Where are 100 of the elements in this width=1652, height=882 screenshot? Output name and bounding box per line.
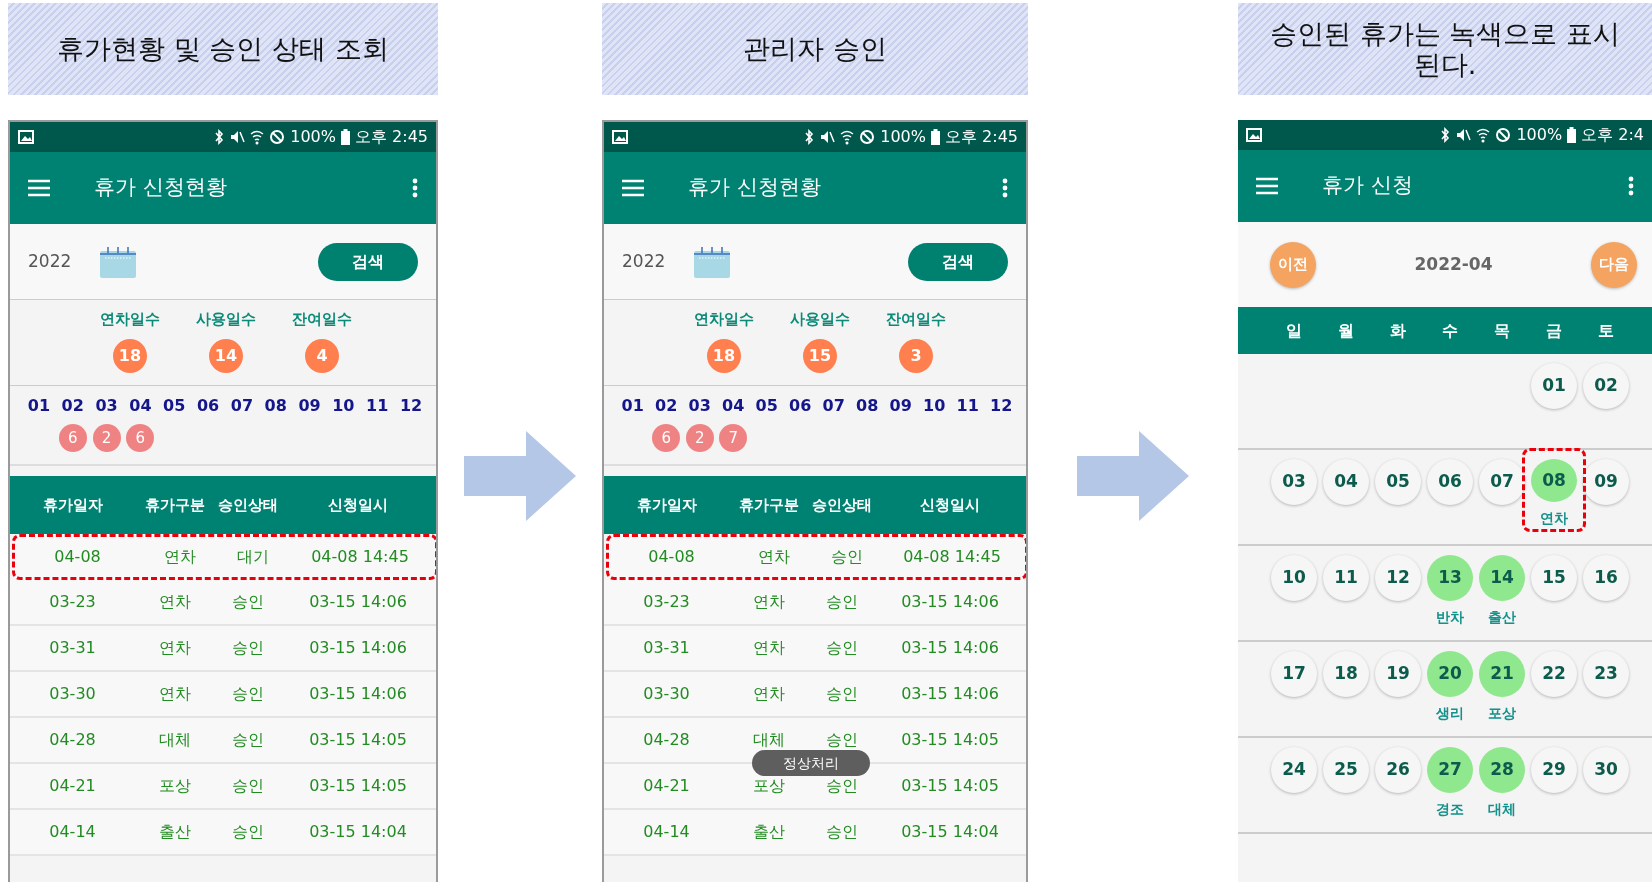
calendar-day[interactable]: 19 bbox=[1375, 651, 1421, 697]
month-tab[interactable]: 10 bbox=[923, 394, 946, 418]
search-button[interactable]: 검색 bbox=[908, 242, 1008, 281]
calendar-day[interactable]: 05 bbox=[1375, 459, 1421, 505]
calendar-day[interactable]: 15 bbox=[1531, 555, 1577, 601]
calendar-day[interactable]: 26 bbox=[1375, 747, 1421, 793]
calendar-day[interactable]: 21 bbox=[1479, 651, 1525, 697]
blocked-icon bbox=[1495, 127, 1512, 143]
calendar-day[interactable]: 10 bbox=[1271, 555, 1317, 601]
table-cell-text: 대기 bbox=[235, 546, 270, 568]
month-tab[interactable]: 08 bbox=[856, 394, 879, 418]
month-tab[interactable]: 04 bbox=[722, 394, 745, 418]
calendar-icon[interactable] bbox=[693, 245, 732, 278]
menu-icon[interactable] bbox=[1256, 177, 1278, 195]
search-button[interactable]: 검색 bbox=[318, 242, 418, 281]
month-tab[interactable]: 01 bbox=[27, 394, 51, 418]
app-title: 휴가 신청현황 bbox=[688, 174, 822, 202]
month-tab[interactable]: 09 bbox=[889, 394, 912, 418]
calendar-day[interactable]: 04 bbox=[1323, 459, 1369, 505]
month-tab[interactable]: 11 bbox=[956, 394, 979, 418]
table-cell-text: 04-08 bbox=[53, 546, 102, 568]
table-cell-text: 03-15 14:06 bbox=[308, 637, 408, 659]
calendar-day[interactable]: 01 bbox=[1531, 363, 1577, 409]
table-cell-text: 03-30 bbox=[642, 683, 691, 705]
battery-percent: 100% bbox=[1516, 124, 1563, 146]
calendar-day[interactable]: 06 bbox=[1427, 459, 1473, 505]
month-tab[interactable]: 01 bbox=[621, 394, 644, 418]
table-cell-text: 03-23 bbox=[48, 591, 97, 613]
more-icon[interactable] bbox=[1628, 176, 1634, 196]
calendar-day[interactable]: 09 bbox=[1583, 459, 1629, 505]
table-cell-text: 포상 bbox=[158, 775, 192, 797]
month-count: 2 bbox=[685, 424, 714, 452]
calendar-day[interactable]: 25 bbox=[1323, 747, 1369, 793]
arrow-icon bbox=[464, 431, 576, 521]
calendar-icon[interactable] bbox=[99, 245, 138, 278]
bluetooth-icon bbox=[804, 129, 815, 145]
month-tab[interactable]: 02 bbox=[655, 394, 678, 418]
year-text: 2022 bbox=[28, 249, 72, 273]
calendar-day[interactable]: 28 bbox=[1479, 747, 1525, 793]
calendar-day[interactable]: 22 bbox=[1531, 651, 1577, 697]
status-time: 오후 2:45 bbox=[355, 126, 428, 148]
month-tab[interactable]: 04 bbox=[129, 394, 152, 418]
menu-icon[interactable] bbox=[28, 179, 50, 197]
stat-count: 18 bbox=[113, 338, 147, 373]
calendar-day[interactable]: 16 bbox=[1583, 555, 1629, 601]
calendar-day[interactable]: 11 bbox=[1323, 555, 1369, 601]
calendar-day[interactable]: 18 bbox=[1323, 651, 1369, 697]
table-cell-text: 연차 bbox=[158, 683, 192, 705]
battery-icon bbox=[341, 129, 350, 145]
calendar-day[interactable]: 20 bbox=[1427, 651, 1473, 697]
month-tab[interactable]: 03 bbox=[688, 394, 711, 418]
calendar-day[interactable]: 07 bbox=[1479, 459, 1525, 505]
column-header: 신청일시 bbox=[919, 494, 981, 516]
month-tab[interactable]: 07 bbox=[230, 394, 253, 418]
month-tab[interactable]: 05 bbox=[163, 394, 186, 418]
month-tab[interactable]: 08 bbox=[264, 394, 287, 418]
month-tab[interactable]: 03 bbox=[95, 394, 118, 418]
month-tab[interactable]: 09 bbox=[298, 394, 321, 418]
calendar-day[interactable]: 17 bbox=[1271, 651, 1317, 697]
column-header: 휴가구분 bbox=[144, 494, 206, 516]
table-cell-text: 승인 bbox=[230, 821, 265, 843]
calendar-day[interactable]: 24 bbox=[1271, 747, 1317, 793]
calendar-day[interactable]: 27 bbox=[1427, 747, 1473, 793]
calendar-day[interactable]: 03 bbox=[1271, 459, 1317, 505]
weekday-label: 월 bbox=[1337, 319, 1355, 342]
month-tab[interactable]: 06 bbox=[789, 394, 812, 418]
table-cell-text: 04-28 bbox=[642, 729, 691, 751]
month-tab[interactable]: 11 bbox=[366, 394, 389, 418]
table-cell-text: 03-30 bbox=[48, 683, 97, 705]
table-cell-text: 승인 bbox=[824, 729, 859, 751]
month-tab[interactable]: 12 bbox=[990, 394, 1013, 418]
blocked-icon bbox=[269, 129, 286, 145]
calendar-day[interactable]: 02 bbox=[1583, 363, 1629, 409]
table-cell-text: 연차 bbox=[752, 591, 786, 613]
calendar-day[interactable]: 23 bbox=[1583, 651, 1629, 697]
status-time: 오후 2:45 bbox=[945, 126, 1018, 148]
calendar-day[interactable]: 13 bbox=[1427, 555, 1473, 601]
month-tab[interactable]: 02 bbox=[61, 394, 84, 418]
more-icon[interactable] bbox=[412, 178, 418, 198]
table-cell-text: 연차 bbox=[752, 683, 786, 705]
month-tab[interactable]: 10 bbox=[332, 394, 355, 418]
calendar-day[interactable]: 08 bbox=[1531, 459, 1577, 502]
calendar-day[interactable]: 14 bbox=[1479, 555, 1525, 601]
battery-icon bbox=[931, 129, 940, 145]
leave-type: 출산 bbox=[1488, 608, 1516, 627]
leave-type: 생리 bbox=[1436, 704, 1464, 723]
battery-icon bbox=[1567, 127, 1577, 143]
month-tab[interactable]: 12 bbox=[399, 394, 423, 418]
month-tab[interactable]: 05 bbox=[755, 394, 778, 418]
table-cell-text: 03-15 14:05 bbox=[308, 729, 408, 751]
more-icon[interactable] bbox=[1002, 178, 1008, 198]
calendar-day[interactable]: 12 bbox=[1375, 555, 1421, 601]
column-header: 휴가일자 bbox=[41, 494, 104, 516]
month-tab[interactable]: 06 bbox=[196, 394, 220, 418]
stat-count: 4 bbox=[305, 338, 339, 373]
calendar-day[interactable]: 30 bbox=[1583, 747, 1629, 793]
calendar-day[interactable]: 29 bbox=[1531, 747, 1577, 793]
menu-icon[interactable] bbox=[622, 179, 644, 197]
table-cell-text: 연차 bbox=[158, 591, 192, 613]
month-tab[interactable]: 07 bbox=[822, 394, 845, 418]
